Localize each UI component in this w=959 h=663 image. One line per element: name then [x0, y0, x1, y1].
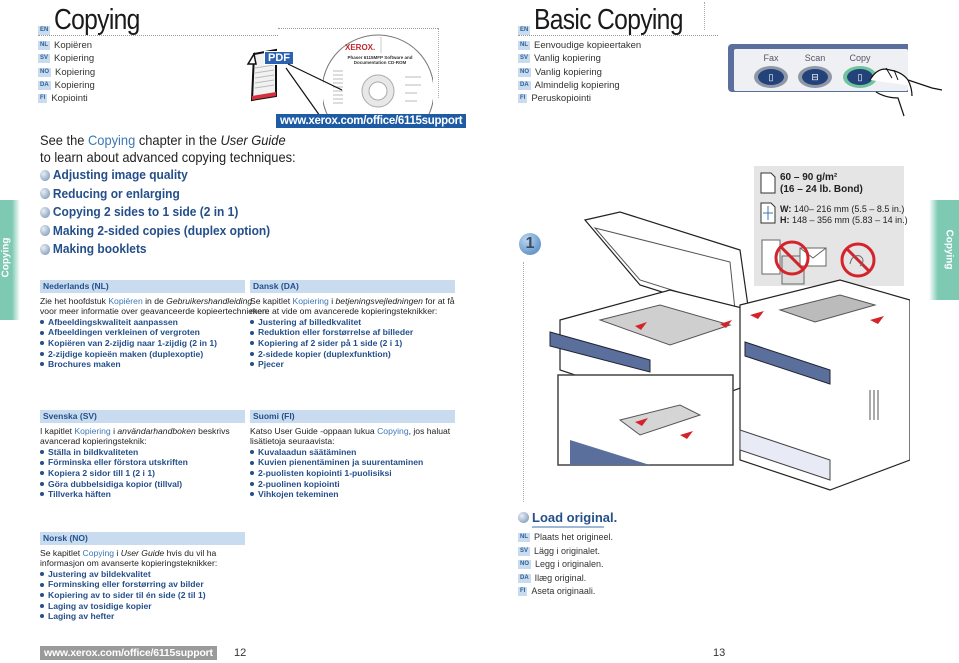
lang-list-item: Reduktion eller forstørrelse af billeder: [250, 327, 455, 338]
paper-weight-icon: [760, 172, 776, 194]
cd-title: Phaser 6115MFP Software and Documentatio…: [347, 55, 413, 65]
step-translations: NL Plaats het origineel. SV Lägg i origina…: [518, 531, 718, 599]
step-dotted-rule: [523, 262, 524, 502]
lang-list-item: 2-zijdige kopieën maken (duplexoptie): [40, 349, 245, 360]
lang-box-header: Nederlands (NL): [40, 280, 245, 293]
lang-box-header: Norsk (NO): [40, 532, 245, 545]
lang-list-item: Kopiera 2 sidor till 1 (2 i 1): [40, 468, 245, 479]
translation-no: NO Legg i originalen.: [518, 559, 604, 570]
side-tab-copying-right: Copying: [929, 200, 959, 300]
translation-fi: FI Kopiointi: [38, 93, 88, 105]
page-title-basic-copying: Basic Copying: [534, 4, 684, 36]
lang-box-fi: Suomi (FI) Katso User Guide -oppaan luku…: [250, 410, 455, 500]
title-rule-vertical: [704, 2, 705, 30]
lang-list-item: Pjecer: [250, 359, 455, 370]
bullet-ball-icon: [40, 169, 51, 181]
translation-sv: SV Kopiering: [38, 53, 95, 65]
translation-da: DA Ilæg original.: [518, 572, 587, 583]
support-url-link[interactable]: www.xerox.com/office/6115support: [276, 114, 467, 128]
lang-tag-en: EN: [38, 26, 51, 35]
translation-no: NO Vanlig kopiering: [518, 66, 602, 78]
page-title-copying: Copying: [54, 4, 141, 36]
lang-list-item: 2-puolinen kopiointi: [250, 479, 455, 490]
page-number-right: 13: [713, 647, 726, 659]
lang-list-item: Vihkojen tekeminen: [250, 489, 455, 500]
page-number-left: 12: [234, 647, 247, 659]
feature-item: Making 2-sided copies (duplex option): [40, 222, 298, 241]
translation-nl: NL Kopiëren: [38, 40, 93, 51]
scan-button[interactable]: Scan ⊟: [798, 53, 832, 88]
lang-list-item: Brochures maken: [40, 359, 245, 370]
fax-icon: ▯: [758, 69, 784, 85]
lang-list-item: Kuvalaadun säätäminen: [250, 447, 455, 458]
lang-list-item: Kopiering av to sider til én side (2 til…: [40, 590, 245, 601]
lang-box-nl: Nederlands (NL) Zie het hoofdstuk Kopiër…: [40, 280, 270, 370]
step-number-badge: 1: [519, 233, 541, 255]
feature-item: Reducing or enlarging: [40, 185, 298, 204]
translation-fi: FI Aseta originaali.: [518, 586, 596, 597]
fax-button[interactable]: Fax ▯: [754, 53, 788, 88]
translation-no: NO Kopiering: [38, 66, 96, 78]
paper-weight: 60 – 90 g/m²: [780, 172, 838, 183]
right-title-block: EN Basic Copying NL Eenvoudige kopieertak…: [518, 5, 718, 105]
translation-sv: SV Lägg i originalet.: [518, 545, 601, 556]
lang-list-item: Forminsking eller forstørring av bilder: [40, 579, 245, 590]
hand-pointer-icon: [869, 67, 943, 117]
callout-lines: [285, 63, 343, 117]
title-rule: [278, 28, 438, 29]
lang-list-item: Kopiëren van 2-zijdig naar 1-zijdig (2 i…: [40, 338, 245, 349]
copying-chapter-link[interactable]: Copying: [88, 132, 135, 148]
cd-brand: XEROX.: [345, 43, 376, 52]
bullet-ball-icon: [40, 188, 51, 200]
bullet-ball-icon: [518, 512, 529, 523]
lang-list-item: Kuvien pienentäminen ja suurentaminen: [250, 457, 455, 468]
title-rule-vertical: [438, 28, 439, 98]
lang-box-header: Suomi (FI): [250, 410, 455, 423]
printer-illustration: [549, 211, 910, 491]
step-load-original: Load original. NL Plaats het origineel. S…: [518, 510, 718, 599]
lang-list-item: Laging av tosidige kopier: [40, 601, 245, 612]
lang-list-item: Kopiering af 2 sider på 1 side (2 i 1): [250, 338, 455, 349]
scan-icon: ⊟: [802, 69, 828, 85]
translation-fi: FI Peruskopiointi: [518, 93, 592, 105]
lang-list-item: Tillverka häften: [40, 489, 245, 500]
lang-box-header: Dansk (DA): [250, 280, 455, 293]
lang-list-item: Afbeeldingskwaliteit aanpassen: [40, 317, 245, 328]
lang-list-item: 2-puolisten kopiointi 1-puolisiksi: [250, 468, 455, 479]
lang-list-item: Afbeeldingen verkleinen of vergroten: [40, 327, 245, 338]
lang-list-item: Förminska eller förstora utskriften: [40, 457, 245, 468]
feature-list: Adjusting image quality Reducing or enla…: [40, 166, 320, 259]
lang-box-da: Dansk (DA) Se kapitlet Kopiering i betje…: [250, 280, 455, 370]
footer-support-url[interactable]: www.xerox.com/office/6115support: [40, 646, 217, 660]
lang-box-no: Norsk (NO) Se kapitlet Copying i User Gu…: [40, 532, 245, 622]
lang-list-item: 2-sidede kopier (duplexfunktion): [250, 349, 455, 360]
translation-nl: NL Plaats het origineel.: [518, 532, 614, 543]
bullet-ball-icon: [40, 206, 51, 218]
lang-list-item: Ställa in bildkvaliteten: [40, 447, 245, 458]
lang-list-item: Justering av bildekvalitet: [40, 569, 245, 580]
translation-sv: SV Vanlig kopiering: [518, 53, 601, 65]
side-tab-copying-left: Copying: [0, 200, 20, 320]
bullet-ball-icon: [40, 243, 51, 255]
left-title-block: EN Copying NL Kopiëren SV Kopiering NO Kopi…: [38, 5, 278, 105]
lang-list-item: Göra dubbelsidiga kopior (tillval): [40, 479, 245, 490]
translation-da: DA Almindelig kopiering: [518, 79, 620, 91]
lang-box-sv: Svenska (SV) I kapitlet Kopiering i anvä…: [40, 410, 245, 500]
translation-da: DA Kopiering: [38, 79, 95, 91]
lang-list-item: Justering af billedkvalitet: [250, 317, 455, 328]
feature-item: Copying 2 sides to 1 side (2 in 1): [40, 203, 298, 222]
feature-item: Making booklets: [40, 240, 298, 259]
step-title: Load original.: [532, 510, 618, 525]
lang-tag-en: EN: [518, 26, 531, 35]
paper-weight-lb: (16 – 24 lb. Bond): [780, 184, 863, 195]
bullet-ball-icon: [40, 225, 51, 237]
title-translations: NL Eenvoudige kopieertaken SV Vanlig kopie…: [518, 39, 718, 105]
feature-item: Adjusting image quality: [40, 166, 298, 185]
intro-text: See the Copying chapter in the User Guid…: [40, 132, 296, 165]
translation-nl: NL Eenvoudige kopieertaken: [518, 40, 642, 51]
title-translations: NL Kopiëren SV Kopiering NO Kopiering DA Kop…: [38, 39, 278, 105]
lang-box-header: Svenska (SV): [40, 410, 245, 423]
lang-list-item: Laging av hefter: [40, 611, 245, 622]
